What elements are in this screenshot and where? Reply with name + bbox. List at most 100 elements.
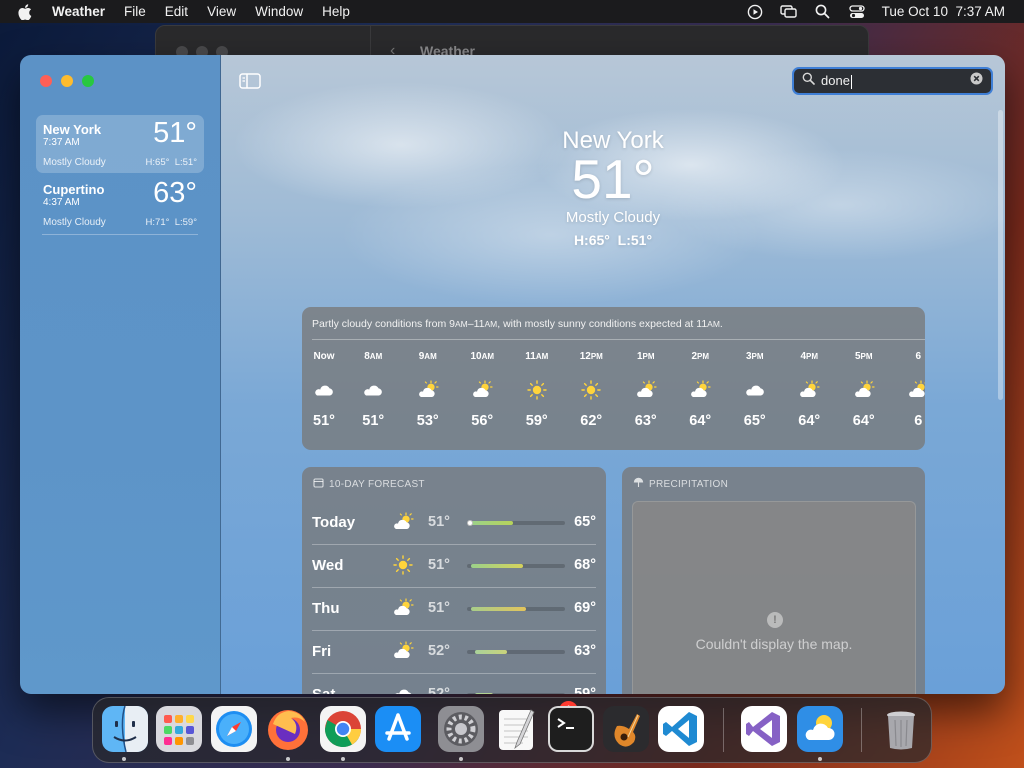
forecast-row[interactable]: Today 51° 65°	[312, 502, 596, 545]
finder-icon[interactable]	[102, 705, 148, 753]
sun-icon	[580, 380, 602, 400]
map-error-message: Couldn't display the map.	[695, 636, 853, 652]
umbrella-icon	[633, 477, 644, 491]
launchpad-icon[interactable]	[156, 706, 202, 752]
cloud-icon	[744, 380, 766, 400]
sidebar: New York 7:37 AM 51° Mostly Cloudy H:65°…	[20, 55, 221, 694]
hour-temp: 64°	[798, 413, 821, 429]
system-settings-icon[interactable]	[438, 706, 484, 752]
zoom-button[interactable]	[82, 75, 94, 87]
hour-temp: 64°	[852, 413, 875, 429]
sidebar-toggle-icon[interactable]	[239, 73, 261, 89]
forecast-high: 63°	[574, 643, 596, 659]
control-center-icon[interactable]	[848, 4, 866, 20]
window-controls	[40, 75, 94, 87]
city-time: 7:37 AM	[43, 137, 80, 148]
city-name: New York	[43, 122, 102, 137]
city-time: 4:37 AM	[43, 197, 80, 208]
precipitation-map[interactable]: ! Couldn't display the map.	[632, 501, 916, 694]
temperature-range-bar	[467, 520, 565, 526]
apple-icon[interactable]	[18, 3, 32, 20]
forecast-day: Today	[312, 514, 356, 531]
hour-label: 12PM	[579, 351, 603, 362]
hero-high-low: H:65° L:51°	[573, 232, 653, 248]
city-temp: 51°	[153, 117, 197, 149]
menu-clock[interactable]: Tue Oct 10 7:37 AM	[882, 4, 1005, 19]
scrollbar[interactable]	[998, 110, 1003, 400]
hourly-column: 8AM 51°	[346, 351, 401, 429]
hour-temp: 53°	[416, 413, 439, 429]
forecast-row[interactable]: Wed 51° 68°	[312, 545, 596, 588]
hour-label: Now	[313, 351, 335, 362]
partly-sunny-icon	[798, 380, 820, 400]
close-button[interactable]	[40, 75, 52, 87]
search-icon	[802, 72, 815, 90]
forecast-row[interactable]: Thu 51° 69°	[312, 588, 596, 631]
search-field[interactable]: done	[792, 67, 993, 95]
weather-app-icon[interactable]	[797, 706, 843, 752]
garageband-icon[interactable]	[603, 706, 649, 752]
calendar-icon	[313, 477, 324, 491]
menu-app-name[interactable]: Weather	[52, 4, 105, 19]
hourly-column: 9AM 53°	[401, 351, 456, 429]
trash-icon[interactable]	[878, 706, 924, 752]
current-conditions: New York 51° Mostly Cloudy H:65° L:51°	[513, 127, 713, 248]
forecast-day: Fri	[312, 643, 332, 660]
app-store-icon[interactable]	[375, 706, 421, 752]
hour-temp: 64°	[689, 413, 712, 429]
visual-studio-icon[interactable]	[741, 706, 787, 752]
temperature-range-bar	[467, 693, 565, 694]
menu-window[interactable]: Window	[255, 4, 303, 19]
city-temp: 63°	[153, 177, 197, 209]
hourly-column: Now 51°	[302, 351, 346, 429]
partly-sunny-icon	[853, 380, 875, 400]
city-condition: Mostly Cloudy	[43, 217, 106, 228]
menu-file[interactable]: File	[124, 4, 146, 19]
hour-temp: 51°	[362, 413, 385, 429]
chrome-icon[interactable]	[320, 706, 366, 752]
partly-sunny-icon	[392, 598, 414, 618]
safari-icon[interactable]	[211, 706, 257, 752]
hour-temp: 62°	[580, 413, 603, 429]
partly-sunny-icon	[471, 380, 493, 400]
precipitation-card: PRECIPITATION ! Couldn't display the map…	[622, 467, 925, 694]
hour-temp: 51°	[313, 413, 335, 429]
dock: 1	[92, 697, 932, 763]
partly-sunny-icon	[689, 380, 711, 400]
menu-view[interactable]: View	[207, 4, 236, 19]
forecast-low: 51°	[428, 514, 450, 530]
terminal-icon[interactable]	[548, 706, 594, 752]
menu-edit[interactable]: Edit	[165, 4, 188, 19]
screen-mirroring-icon[interactable]	[779, 4, 798, 20]
weather-content: done New York 51° Mostly Cloudy H:65° L:…	[221, 55, 1005, 694]
city-condition: Mostly Cloudy	[43, 157, 106, 168]
play-icon[interactable]	[746, 4, 764, 20]
firefox-icon[interactable]	[265, 706, 311, 752]
hourly-column: 3PM 65°	[728, 351, 783, 429]
forecast-row[interactable]: Fri 52° 63°	[312, 631, 596, 674]
hour-label: 5PM	[854, 351, 873, 362]
partly-sunny-icon	[907, 380, 925, 400]
hourly-column: 11AM 59°	[510, 351, 565, 429]
hourly-forecast-card: Partly cloudy conditions from 9AM–11AM, …	[302, 307, 925, 450]
forecast-high: 68°	[574, 557, 596, 573]
vscode-icon[interactable]	[658, 706, 704, 752]
hourly-columns[interactable]: Now 51° 8AM 51° 9AM 53° 10AM 56° 11AM 59° 12PM 62° 1…	[302, 351, 925, 429]
forecast-header: 10-DAY FORECAST	[329, 478, 425, 490]
search-icon[interactable]	[814, 4, 832, 20]
city-card-cupertino[interactable]: Cupertino 4:37 AM 63° Mostly Cloudy H:71…	[36, 175, 204, 233]
info-icon: !	[767, 612, 783, 628]
textedit-icon[interactable]	[493, 706, 539, 752]
city-card-new-york[interactable]: New York 7:37 AM 51° Mostly Cloudy H:65°…	[36, 115, 204, 173]
forecast-low: 51°	[428, 600, 450, 616]
hour-temp: 56°	[471, 413, 494, 429]
menu-help[interactable]: Help	[322, 4, 350, 19]
city-name: Cupertino	[43, 182, 105, 197]
cloud-icon	[392, 684, 414, 694]
minimize-button[interactable]	[61, 75, 73, 87]
search-input[interactable]: done	[821, 73, 970, 89]
forecast-row[interactable]: Sat 52° 59°	[312, 674, 596, 694]
hour-label: 9AM	[418, 351, 437, 362]
hourly-column: 2PM 64°	[673, 351, 728, 429]
clear-search-icon[interactable]	[970, 72, 983, 90]
